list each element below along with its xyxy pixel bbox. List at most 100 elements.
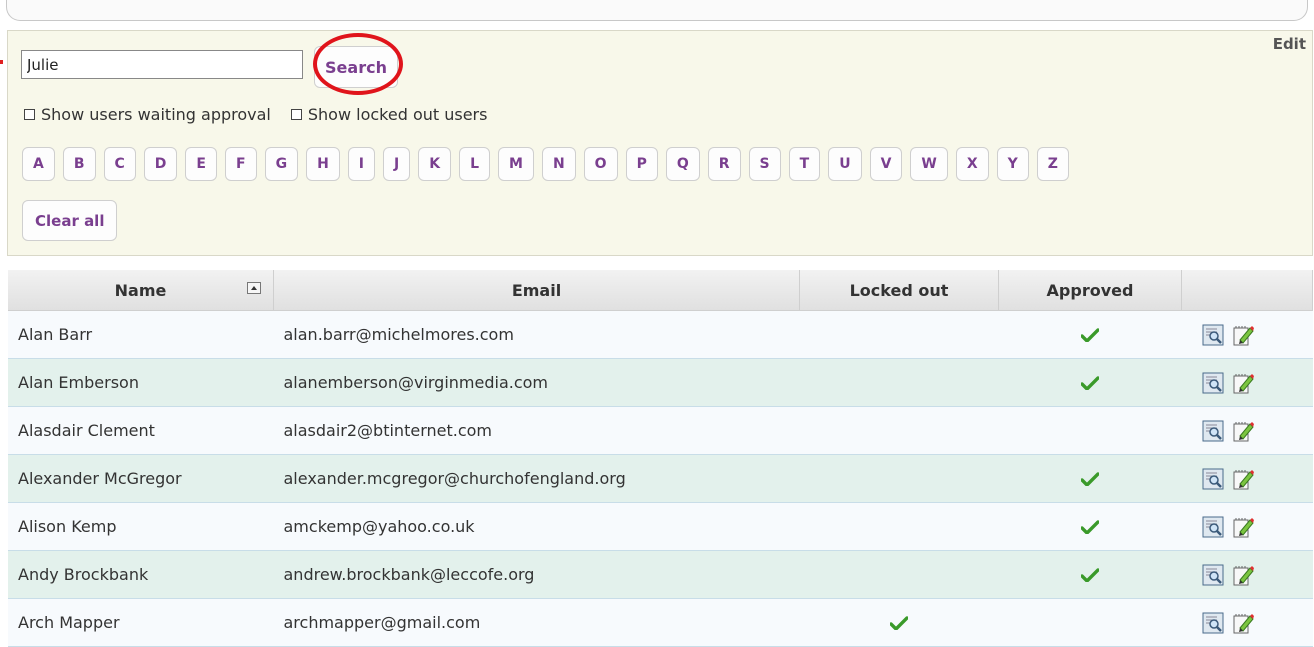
actions-cell xyxy=(1181,550,1313,599)
header-email[interactable]: Email xyxy=(273,270,800,311)
header-name-label: Name xyxy=(114,280,167,300)
letter-filter-bar: ABCDEFGHIJKLMNOPQRSTUVWXYZ xyxy=(22,147,1077,181)
letter-button-e[interactable]: E xyxy=(185,147,217,181)
actions-cell xyxy=(1181,454,1313,503)
letter-button-l[interactable]: L xyxy=(459,147,491,181)
edit-user-icon[interactable] xyxy=(1232,516,1254,538)
table-row: Alexander McGregor alexander.mcgregor@chu… xyxy=(8,454,1313,503)
approved-cell xyxy=(998,550,1182,599)
user-name: Arch Mapper xyxy=(8,598,274,647)
letter-button-i[interactable]: I xyxy=(347,147,376,181)
user-name: Alison Kemp xyxy=(8,502,274,551)
waiting-approval-checkbox[interactable] xyxy=(24,109,35,120)
approved-cell xyxy=(998,454,1182,503)
approved-checkmark-icon xyxy=(1080,467,1100,491)
user-email: andrew.brockbank@leccofe.org xyxy=(273,550,800,599)
view-details-icon[interactable] xyxy=(1202,564,1224,586)
sort-ascending-icon[interactable] xyxy=(247,282,261,294)
view-details-icon[interactable] xyxy=(1202,468,1224,490)
view-details-icon[interactable] xyxy=(1202,372,1224,394)
table-row: Andy Brockbank andrew.brockbank@leccofe.o… xyxy=(8,550,1313,599)
approved-checkmark-icon xyxy=(1080,371,1100,395)
letter-button-m[interactable]: M xyxy=(498,147,534,181)
approved-checkmark-icon xyxy=(1080,515,1100,539)
letter-button-r[interactable]: R xyxy=(707,147,741,181)
actions-cell xyxy=(1181,406,1313,455)
locked-out-label: Show locked out users xyxy=(307,105,488,124)
letter-button-w[interactable]: W xyxy=(910,147,948,181)
user-email: alan.barr@michelmores.com xyxy=(273,310,800,359)
table-row: Alan Emberson alanemberson@virginmedia.co… xyxy=(8,358,1313,407)
letter-button-d[interactable]: D xyxy=(143,147,178,181)
letter-button-j[interactable]: J xyxy=(383,147,411,181)
edit-user-icon[interactable] xyxy=(1232,420,1254,442)
approved-cell xyxy=(998,358,1182,407)
letter-button-k[interactable]: K xyxy=(418,147,452,181)
locked-out-cell xyxy=(799,550,999,599)
view-details-icon[interactable] xyxy=(1202,324,1224,346)
actions-cell xyxy=(1181,310,1313,359)
approved-checkmark-icon xyxy=(1080,323,1100,347)
edit-user-icon[interactable] xyxy=(1232,612,1254,634)
approved-cell xyxy=(998,406,1182,455)
user-email: archmapper@gmail.com xyxy=(273,598,800,647)
locked-out-checkbox[interactable] xyxy=(290,109,302,120)
user-email: alasdair2@btinternet.com xyxy=(273,406,800,455)
letter-button-z[interactable]: Z xyxy=(1036,147,1069,181)
letter-button-n[interactable]: N xyxy=(541,147,576,181)
approved-checkmark-icon xyxy=(1080,563,1100,587)
letter-button-g[interactable]: G xyxy=(264,147,299,181)
actions-cell xyxy=(1181,598,1313,647)
table-row: Alan Barr alan.barr@michelmores.com xyxy=(8,310,1313,359)
locked-out-cell xyxy=(799,454,999,503)
approved-cell xyxy=(998,310,1182,359)
top-panel xyxy=(6,0,1308,21)
user-name: Andy Brockbank xyxy=(8,550,274,599)
letter-button-t[interactable]: T xyxy=(788,147,821,181)
user-email: amckemp@yahoo.co.uk xyxy=(273,502,800,551)
view-details-icon[interactable] xyxy=(1202,516,1224,538)
locked-checkmark-icon xyxy=(889,611,909,635)
header-name[interactable]: Name xyxy=(8,270,274,311)
user-email: alexander.mcgregor@churchofengland.org xyxy=(273,454,800,503)
edit-user-icon[interactable] xyxy=(1232,324,1254,346)
edit-link[interactable]: Edit xyxy=(1273,35,1306,53)
letter-button-b[interactable]: B xyxy=(62,147,96,181)
letter-button-x[interactable]: X xyxy=(955,147,989,181)
letter-button-f[interactable]: F xyxy=(225,147,257,181)
header-locked-out[interactable]: Locked out xyxy=(799,270,999,311)
waiting-approval-option[interactable]: Show users waiting approval xyxy=(24,105,271,124)
user-name: Alan Barr xyxy=(8,310,274,359)
approved-cell xyxy=(998,502,1182,551)
header-actions xyxy=(1181,270,1313,311)
clear-all-button[interactable]: Clear all xyxy=(22,200,118,241)
letter-button-s[interactable]: S xyxy=(748,147,781,181)
view-details-icon[interactable] xyxy=(1202,612,1224,634)
locked-out-option[interactable]: Show locked out users xyxy=(290,105,488,124)
letter-button-a[interactable]: A xyxy=(22,147,55,181)
edit-user-icon[interactable] xyxy=(1232,564,1254,586)
letter-button-y[interactable]: Y xyxy=(996,147,1029,181)
waiting-approval-label: Show users waiting approval xyxy=(41,105,271,124)
user-name: Alan Emberson xyxy=(8,358,274,407)
table-header-row: Name Email Locked out Approved xyxy=(8,270,1313,311)
table-row: Alison Kemp amckemp@yahoo.co.uk xyxy=(8,502,1313,551)
letter-button-u[interactable]: U xyxy=(828,147,862,181)
letter-button-p[interactable]: P xyxy=(625,147,658,181)
letter-button-h[interactable]: H xyxy=(306,147,340,181)
letter-button-c[interactable]: C xyxy=(103,147,136,181)
user-name: Alasdair Clement xyxy=(8,406,274,455)
letter-button-o[interactable]: O xyxy=(583,147,618,181)
header-approved[interactable]: Approved xyxy=(998,270,1182,311)
filter-options: Show users waiting approval Show locked … xyxy=(24,105,507,124)
locked-out-cell xyxy=(799,406,999,455)
edit-user-icon[interactable] xyxy=(1232,372,1254,394)
letter-button-q[interactable]: Q xyxy=(665,147,700,181)
search-input[interactable] xyxy=(21,50,303,79)
approved-cell xyxy=(998,598,1182,647)
letter-button-v[interactable]: V xyxy=(869,147,903,181)
edit-user-icon[interactable] xyxy=(1232,468,1254,490)
locked-out-cell xyxy=(799,598,999,647)
search-button[interactable]: Search xyxy=(314,46,398,88)
view-details-icon[interactable] xyxy=(1202,420,1224,442)
